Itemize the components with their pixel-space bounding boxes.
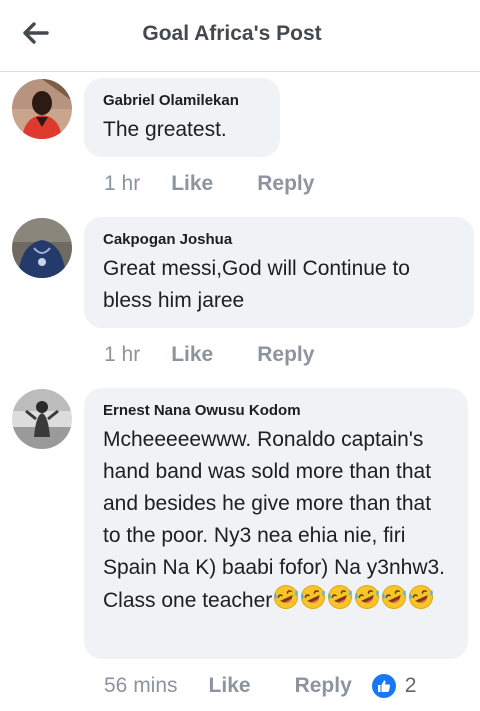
rolling-laughing-emoji-icon (409, 585, 434, 609)
comment-author[interactable]: Cakpogan Joshua (103, 231, 454, 249)
comment-time[interactable]: 1 hr (104, 172, 140, 196)
comment-actions: 56 mins Like Reply 2 (104, 672, 416, 700)
page-title: Goal Africa's Post (142, 22, 322, 45)
comment-time[interactable]: 1 hr (104, 343, 140, 367)
avatar[interactable] (12, 218, 72, 278)
comment-text: The greatest. (103, 118, 227, 141)
comment-time[interactable]: 56 mins (104, 674, 178, 698)
reaction-count[interactable]: 2 (371, 674, 417, 698)
rolling-laughing-emoji-icon (382, 585, 407, 609)
emoji-row (272, 585, 434, 612)
comment-bubble: Ernest Nana Owusu Kodom Mcheeeeewww. Ron… (84, 388, 468, 659)
reply-button[interactable]: Reply (257, 172, 314, 196)
thumbs-up-icon (371, 674, 396, 698)
comment-text: Great messi,God will Continue to bless h… (103, 257, 410, 312)
comment-bubble: Gabriel Olamilekan The greatest. (84, 78, 280, 157)
rolling-laughing-emoji-icon (328, 585, 353, 609)
comment-author[interactable]: Gabriel Olamilekan (103, 92, 260, 110)
reaction-count-number: 2 (404, 674, 417, 697)
rolling-laughing-emoji-icon (301, 585, 326, 609)
comment-text: Mcheeeeewww. Ronaldo captain's hand band… (103, 424, 448, 617)
comment-author[interactable]: Ernest Nana Owusu Kodom (103, 402, 448, 420)
comment-actions: 1 hr Like Reply (104, 170, 358, 198)
avatar[interactable] (12, 79, 72, 139)
like-button[interactable]: Like (171, 172, 213, 196)
top-bar: Goal Africa's Post (0, 0, 480, 72)
comment-bubble: Cakpogan Joshua Great messi,God will Con… (84, 217, 474, 328)
reply-button[interactable]: Reply (257, 343, 314, 367)
rolling-laughing-emoji-icon (355, 585, 380, 609)
reply-button[interactable]: Reply (295, 674, 352, 698)
like-button[interactable]: Like (171, 343, 213, 367)
like-button[interactable]: Like (209, 674, 251, 698)
rolling-laughing-emoji-icon (274, 585, 299, 609)
comment-actions: 1 hr Like Reply (104, 341, 358, 369)
avatar[interactable] (12, 389, 72, 449)
